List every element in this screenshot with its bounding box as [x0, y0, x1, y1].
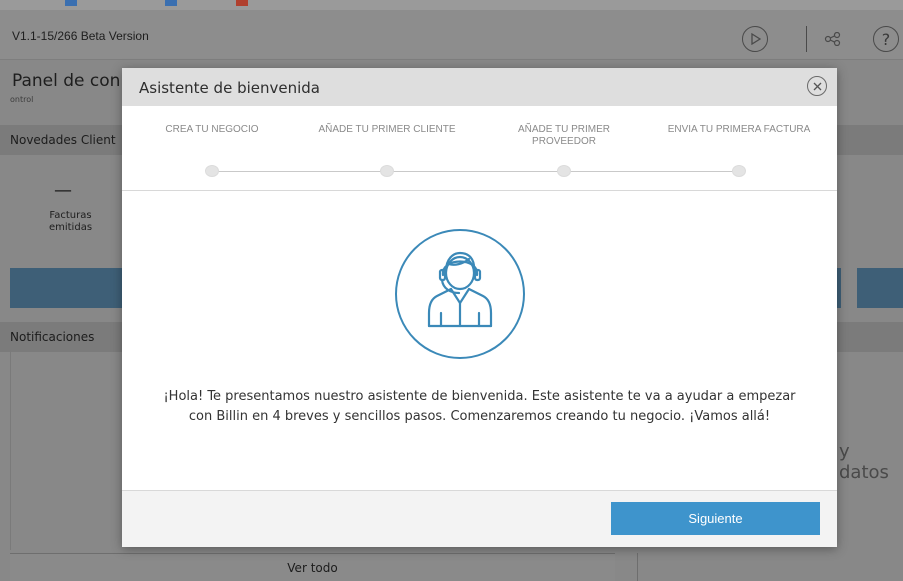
step-label-4: ENVIA TU PRIMERA FACTURA	[667, 124, 811, 135]
column-divider-bottom	[637, 553, 638, 581]
help-icon[interactable]: ?	[873, 26, 899, 52]
next-button[interactable]: Siguiente	[611, 502, 820, 535]
section-header-right-2	[837, 322, 903, 352]
play-icon[interactable]	[742, 26, 768, 52]
header-divider	[806, 26, 807, 52]
step-label-2: AÑADE TU PRIMER CLIENTE	[318, 124, 456, 135]
bookmark-icon	[165, 0, 177, 6]
welcome-wizard-modal: Asistente de bienvenida CREA TU NEGOCIO …	[122, 68, 837, 547]
metric-label: Facturas emitidas	[48, 210, 93, 233]
support-agent-icon	[395, 229, 525, 359]
step-dot-4	[732, 165, 746, 177]
wizard-body: ¡Hola! Te presentamos nuestro asistente …	[122, 192, 837, 490]
version-label: V1.1-15/266 Beta Version	[12, 29, 149, 43]
action-band-left[interactable]	[10, 268, 122, 308]
page-title: Panel de con	[12, 71, 121, 91]
metric-value: —	[54, 180, 72, 201]
share-icon[interactable]	[818, 24, 848, 54]
see-all-button[interactable]: Ver todo	[10, 553, 615, 581]
bookmark-icon	[65, 0, 77, 6]
step-label-1: CREA TU NEGOCIO	[165, 124, 259, 135]
wizard-intro-text: ¡Hola! Te presentamos nuestro asistente …	[163, 389, 796, 424]
browser-bookmarks-strip	[0, 0, 903, 10]
notifications-section-header: Notificaciones	[0, 322, 122, 352]
help-glyph: ?	[881, 29, 891, 49]
partial-empty-state-text: y datos	[839, 441, 889, 483]
close-icon[interactable]	[807, 76, 827, 96]
modal-header: Asistente de bienvenida	[122, 68, 837, 106]
wizard-steps	[122, 106, 837, 191]
action-band-right-2[interactable]	[857, 268, 903, 308]
step-dot-2	[380, 165, 394, 177]
page-subtitle: ontrol	[10, 95, 34, 104]
step-dot-1	[205, 165, 219, 177]
step-progress-line	[212, 171, 742, 172]
step-dot-3	[557, 165, 571, 177]
section-header-right	[837, 125, 903, 155]
modal-title: Asistente de bienvenida	[139, 79, 320, 97]
column-divider	[10, 350, 11, 550]
news-section-header: Novedades Client	[0, 125, 122, 155]
step-label-3: AÑADE TU PRIMER PROVEEDOR	[517, 124, 611, 147]
action-band-right[interactable]	[837, 268, 841, 308]
modal-footer: Siguiente	[122, 490, 837, 547]
bookmark-icon	[236, 0, 248, 6]
